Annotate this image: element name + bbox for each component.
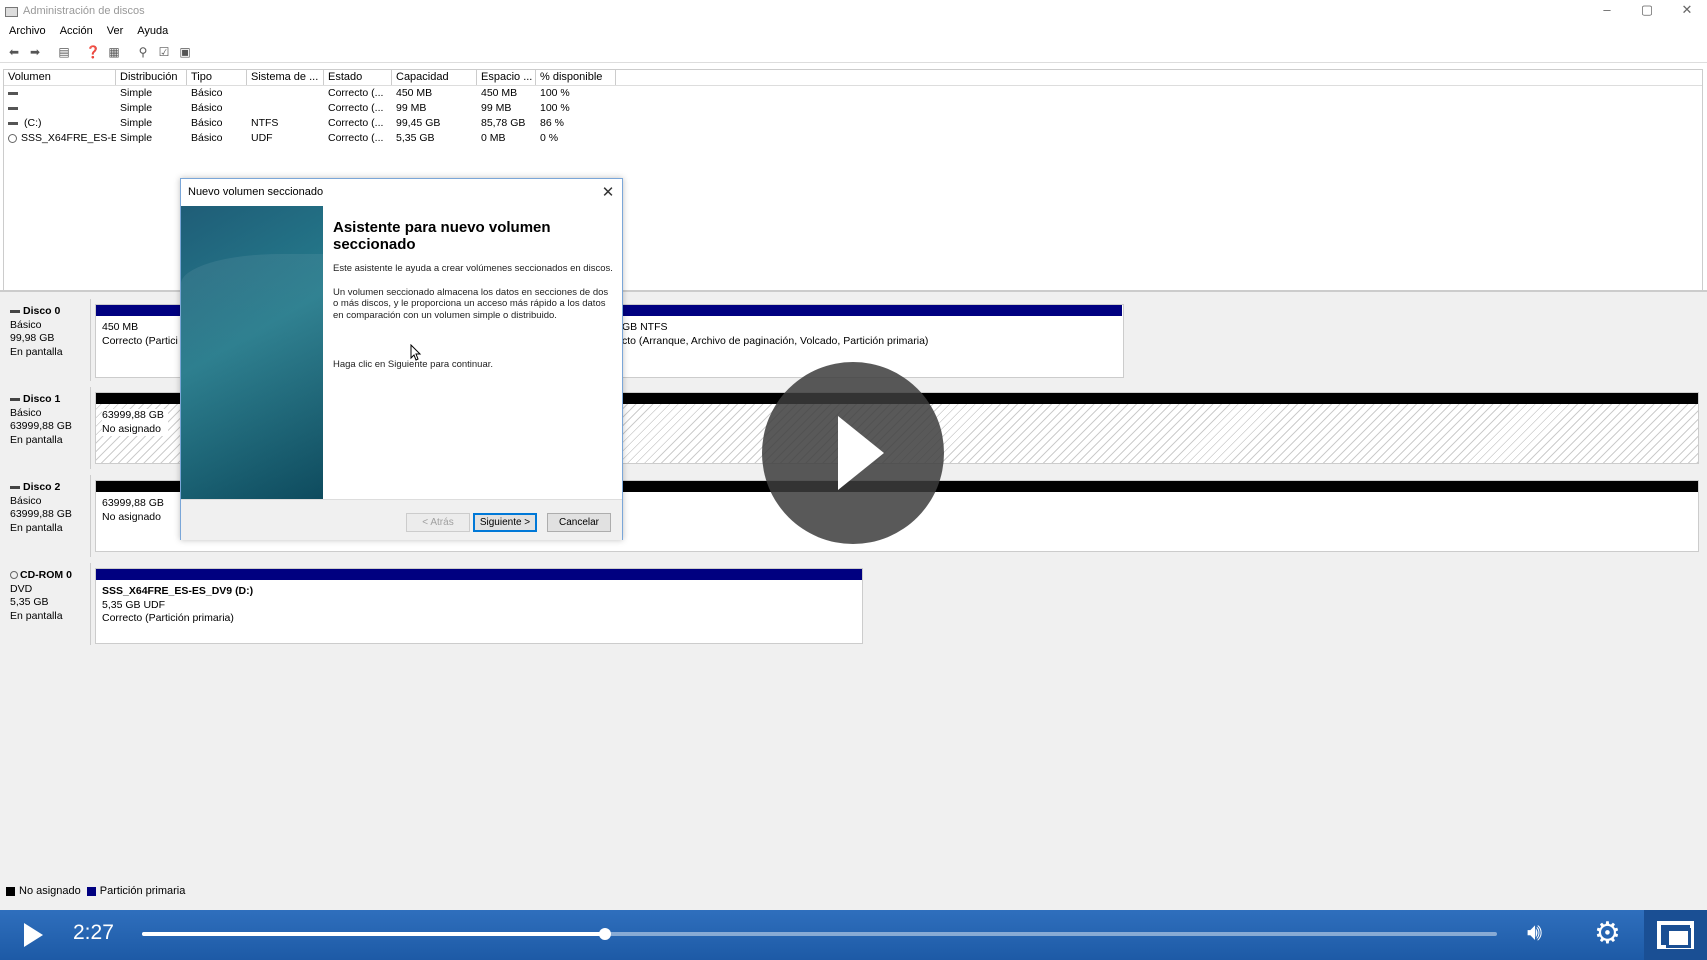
video-progress-track[interactable] [142,928,1497,940]
cd-icon [8,133,17,143]
maximize-button[interactable]: ▢ [1627,0,1667,22]
settings-gear-icon[interactable]: ⚙ [1594,916,1621,951]
menu-ver[interactable]: Ver [107,25,124,37]
volume-icon [8,106,18,110]
col-espacio[interactable]: Espacio ... [477,70,536,85]
table-row[interactable]: SSS_X64FRE_ES-ES... Simple Básico UDF Co… [4,131,1702,146]
volume-list-header: Volumen Distribución Tipo Sistema de ...… [4,70,1702,86]
col-capacidad[interactable]: Capacidad [392,70,477,85]
next-button[interactable]: Siguiente > [473,513,537,532]
video-progress-handle[interactable] [599,928,612,940]
wizard-banner-image [181,206,323,499]
col-volumen[interactable]: Volumen [4,70,116,85]
col-tipo[interactable]: Tipo [187,70,247,85]
back-arrow-icon[interactable]: ⬅ [4,44,24,60]
fullscreen-icon[interactable] [1644,910,1707,960]
play-icon[interactable] [24,923,43,947]
wizard-heading: Asistente para nuevo volumen seccionado [333,219,551,253]
col-estado[interactable]: Estado [324,70,392,85]
toolbar: ⬅ ➡ ▤ ❓ ▦ ⚲ ☑ ▣ [0,41,1707,63]
col-distribucion[interactable]: Distribución [116,70,187,85]
properties-icon[interactable]: ▦ [104,44,124,60]
wizard-intro-text: Este asistente le ayuda a crear volúmene… [333,263,613,274]
wizard-button-bar: < Atrás Siguiente > Cancelar [181,499,622,540]
partition-450mb[interactable]: 450 MB Correcto (Partici [95,304,182,378]
col-disponible[interactable]: % disponible [536,70,616,85]
view-icon[interactable]: ▣ [175,44,195,60]
close-window-button[interactable]: ✕ [1667,0,1707,22]
checklist-icon[interactable]: ☑ [154,44,174,60]
primary-swatch [86,886,96,896]
wizard-title-bar: Nuevo volumen seccionado ✕ [181,179,622,206]
cdrom-0-info[interactable]: CD-ROM 0 DVD 5,35 GB En pantalla [3,563,91,645]
title-bar: Administración de discos – ▢ ✕ [0,0,1707,22]
menu-ayuda[interactable]: Ayuda [137,25,168,37]
video-progress-fill [142,932,606,936]
cdrom-0-row: CD-ROM 0 DVD 5,35 GB En pantalla SSS_X64… [0,563,1707,645]
cancel-button[interactable]: Cancelar [547,513,611,532]
disk-0-info[interactable]: Disco 0 Básico 99,98 GB En pantalla [3,299,91,381]
wizard-body: Asistente para nuevo volumen seccionado … [333,219,613,383]
wizard-title: Nuevo volumen seccionado [188,186,324,198]
forward-arrow-icon[interactable]: ➡ [25,44,45,60]
new-striped-volume-wizard: Nuevo volumen seccionado ✕ Asistente par… [180,178,623,540]
table-row[interactable]: (C:) Simple Básico NTFS Correcto (... 99… [4,116,1702,131]
help-icon[interactable]: ❓ [83,44,103,60]
menu-bar: Archivo Acción Ver Ayuda [0,22,1707,40]
video-controls-bar: 2:27 🔊︎ ⚙ [0,910,1707,960]
volume-icon [8,121,18,125]
minimize-button[interactable]: – [1587,0,1627,22]
back-button[interactable]: < Atrás [406,513,470,532]
partition-dvd-d[interactable]: SSS_X64FRE_ES-ES_DV9 (D:) 5,35 GB UDF Corr… [95,568,863,644]
table-row[interactable]: Simple Básico Correcto (... 99 MB 99 MB … [4,101,1702,116]
disk-management-window: Administración de discos – ▢ ✕ Archivo A… [0,0,1707,960]
mouse-cursor-icon [410,344,422,361]
disk-2-info[interactable]: Disco 2 Básico 63999,88 GB En pantalla [3,475,91,557]
wizard-description-text: Un volumen seccionado almacena los datos… [333,286,609,321]
legend: No asignado Partición primaria [6,885,185,897]
cd-icon [10,571,18,580]
connect-icon[interactable]: ⚲ [133,44,153,60]
disk-management-icon [4,5,18,17]
legend-unassigned: No asignado [19,885,81,897]
video-time: 2:27 [73,921,114,944]
video-play-overlay-button[interactable] [762,362,944,544]
close-icon[interactable]: ✕ [600,179,616,206]
volume-icon [8,91,18,95]
volume-icon[interactable]: 🔊︎ [1527,919,1542,947]
table-row[interactable]: Simple Básico Correcto (... 450 MB 450 M… [4,86,1702,101]
legend-primary: Partición primaria [99,885,186,897]
unassigned-swatch [6,886,15,896]
col-sistema[interactable]: Sistema de ... [247,70,324,85]
disk-1-info[interactable]: Disco 1 Básico 63999,88 GB En pantalla [3,387,91,469]
window-title: Administración de discos [23,5,145,17]
wizard-continue-text: Haga clic en Siguiente para continuar. [333,359,494,370]
menu-accion[interactable]: Acción [60,25,93,37]
console-tree-icon[interactable]: ▤ [54,44,74,60]
menu-archivo[interactable]: Archivo [9,25,46,37]
